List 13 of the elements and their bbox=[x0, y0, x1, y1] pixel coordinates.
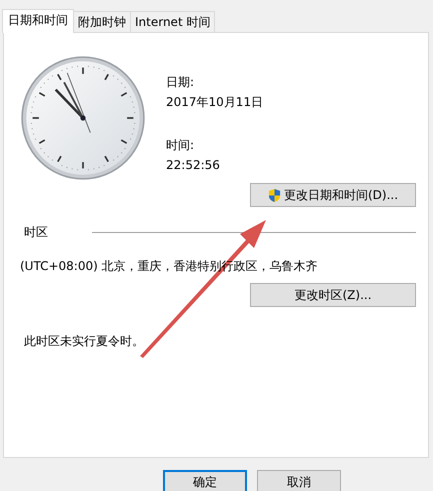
date-label: 日期: bbox=[166, 74, 196, 91]
change-date-time-button[interactable]: 更改日期和时间(D)... bbox=[250, 183, 416, 207]
time-value: 22:52:56 bbox=[166, 157, 221, 174]
tab[interactable]: 日期和时间 bbox=[2, 9, 74, 33]
section-heading: 时区 bbox=[23, 224, 48, 241]
dialog-button[interactable]: 确定 bbox=[163, 470, 247, 491]
dst-note: 此时区未实行夏令时。 bbox=[23, 333, 145, 350]
clock-icon bbox=[20, 55, 146, 181]
dialog-button[interactable]: 取消 bbox=[257, 470, 341, 491]
tab[interactable]: Internet 时间 bbox=[130, 11, 216, 32]
date-value: 2017年10月11日 bbox=[166, 94, 264, 111]
change-timezone-button[interactable]: 更改时区(Z)... bbox=[250, 283, 416, 307]
time-label: 时间: bbox=[166, 137, 196, 154]
